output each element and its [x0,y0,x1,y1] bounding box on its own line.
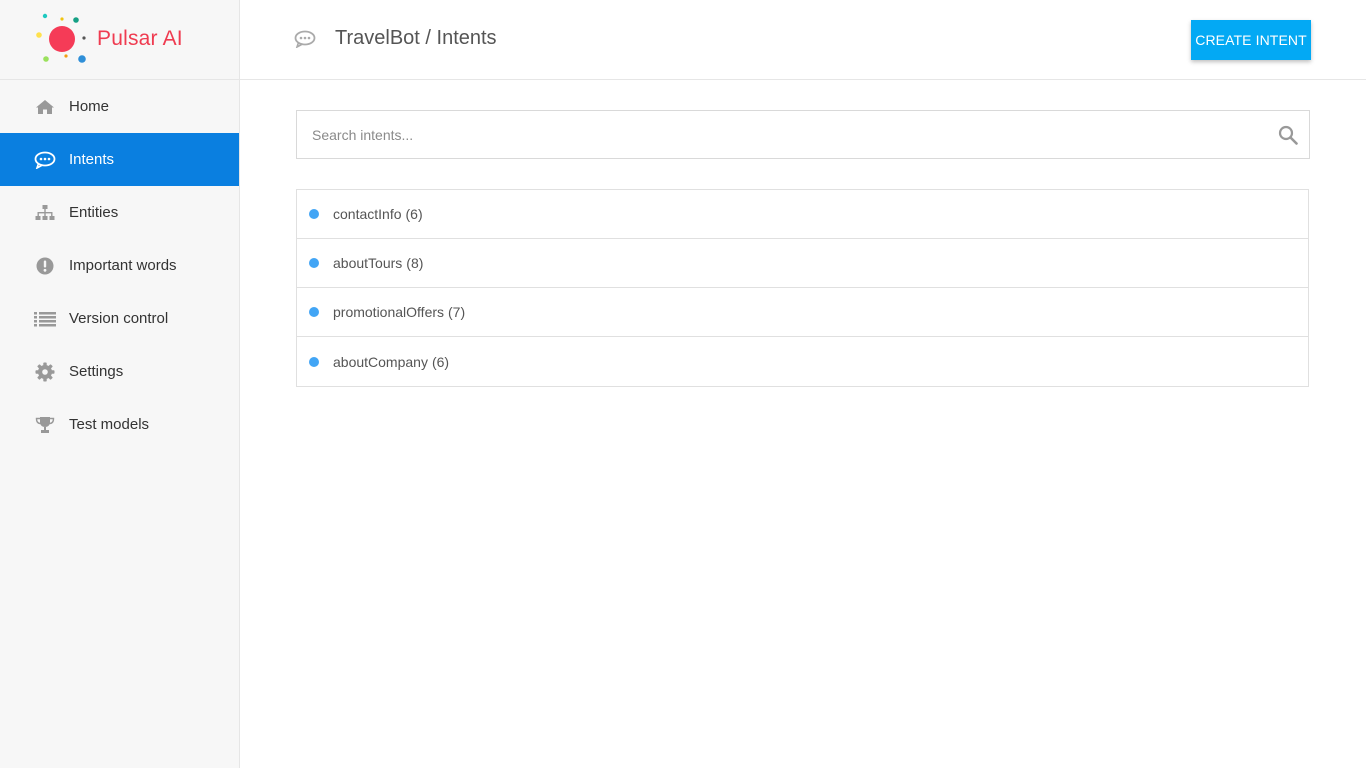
sidebar-item-settings[interactable]: Settings [0,345,239,398]
sidebar-item-label: Intents [69,151,115,168]
sidebar-item-label: Important words [69,257,177,274]
intent-count: (6) [431,353,450,370]
page-title: TravelBot / Intents [335,27,497,49]
sidebar-item-label: Entities [69,204,119,221]
sidebar-item-intents[interactable]: Intents [0,133,239,186]
create-intent-button[interactable]: CREATE INTENT [1191,20,1311,60]
list-item-abouttours[interactable]: aboutTours (8) [297,239,1308,288]
chat-icon [34,150,56,170]
status-dot [309,356,319,367]
intent-count: (8) [406,255,424,271]
intent-name: contactInfo [333,206,402,222]
list-item-contactinfo[interactable]: contactInfo (6) [297,190,1308,239]
exclamation-icon [34,256,56,276]
sidebar-item-version-control[interactable]: Version control [0,292,239,345]
sitemap-icon [34,203,56,223]
search-box [296,110,1310,159]
search-input[interactable] [297,111,1237,158]
sidebar-item-important-words[interactable]: Important words [0,239,239,292]
intent-name: aboutTours [333,255,403,271]
sidebar: Pulsar AI Home Intents Entities Importan… [0,0,240,768]
sidebar-item-label: Settings [69,363,124,380]
search-icon[interactable] [1278,125,1298,145]
intent-count: (6) [405,206,423,222]
page-header: TravelBot / Intents CREATE INTENT [240,0,1366,80]
sidebar-item-home[interactable]: Home [0,80,239,133]
intent-list: contactInfo (6) aboutTours (8) promotion… [296,189,1309,387]
brand[interactable]: Pulsar AI [0,0,239,80]
sidebar-item-test-models[interactable]: Test models [0,398,239,451]
list-item-aboutcompany[interactable]: aboutCompany (6) [297,337,1308,386]
gear-icon [34,362,56,382]
sidebar-item-label: Test models [69,416,150,433]
home-icon [34,97,56,117]
list-icon [34,309,56,329]
intent-name: promotionalOffers [333,304,445,320]
status-dot [309,307,319,317]
intent-name: aboutCompany [333,353,428,370]
sidebar-item-label: Home [69,98,110,115]
brand-name: Pulsar AI [97,27,183,50]
status-dot [309,258,319,268]
sidebar-item-entities[interactable]: Entities [0,186,239,239]
chat-icon [294,30,316,50]
intent-count: (7) [448,304,466,320]
sidebar-nav: Home Intents Entities Important words Ve… [0,80,239,451]
sidebar-item-label: Version control [69,310,169,327]
list-item-promotionaloffers[interactable]: promotionalOffers (7) [297,288,1308,337]
pulsar-logo-icon [36,13,86,63]
trophy-icon [34,415,56,435]
status-dot [309,209,319,219]
